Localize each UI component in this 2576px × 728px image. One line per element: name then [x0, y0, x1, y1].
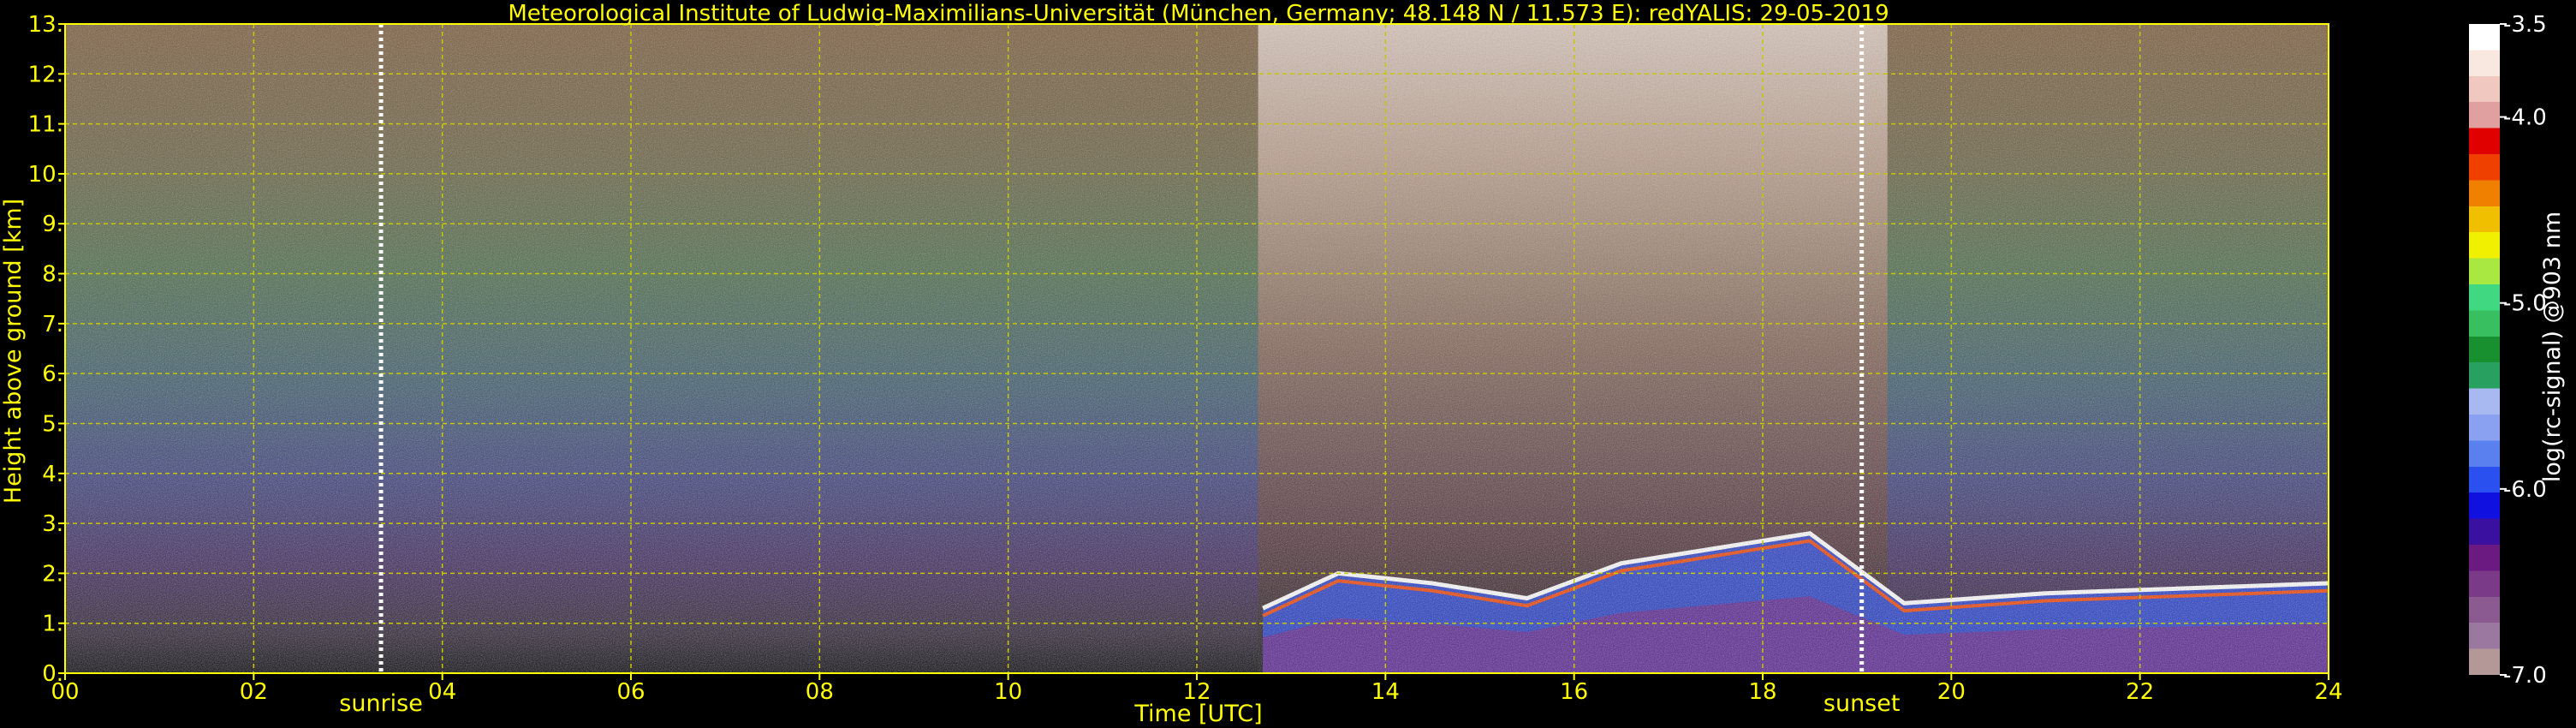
- colorbar-tick-label: -7.0: [2503, 663, 2547, 689]
- plot-area: [64, 23, 2329, 674]
- x-axis-label: Time [UTC]: [1133, 701, 1262, 727]
- y-axis: 0.1.2.3.4.5.6.7.8.9.10.11.12.13.: [28, 12, 65, 687]
- x-tick-label: 04: [428, 679, 456, 705]
- y-axis-label: Height above ground [km]: [0, 199, 27, 504]
- x-tick-label: 20: [1937, 679, 1966, 705]
- x-tick-label: 00: [51, 679, 79, 705]
- y-tick-label: 1.: [42, 612, 63, 637]
- sun-annotations: sunrise sunset: [339, 690, 1900, 717]
- y-tick-label: 4.: [42, 462, 63, 487]
- y-tick-label: 5.: [42, 411, 63, 437]
- colorbar-tick-label: -4.0: [2503, 105, 2547, 131]
- lidar-chart: 0.1.2.3.4.5.6.7.8.9.10.11.12.13. 00 02 04 0…: [0, 1, 2566, 727]
- y-tick-label: 12.: [28, 62, 63, 87]
- chart-title: Meteorological Institute of Ludwig-Maxim…: [508, 1, 1889, 27]
- x-tick-label: 18: [1748, 679, 1776, 705]
- y-tick-label: 13.: [28, 12, 63, 38]
- y-tick-label: 7.: [42, 312, 63, 337]
- x-tick-label: 24: [2314, 679, 2342, 705]
- x-tick-label: 10: [994, 679, 1022, 705]
- y-tick-label: 6.: [42, 361, 63, 387]
- x-tick-label: 06: [616, 679, 645, 705]
- y-tick-label: 8.: [42, 262, 63, 288]
- y-tick-label: 10.: [28, 162, 63, 188]
- x-tick-label: 14: [1371, 679, 1400, 705]
- colorbar-label: log(rc-signal) @903 nm: [2539, 212, 2566, 482]
- colorbar-bar: [2469, 24, 2500, 675]
- sun-annotation-label: sunrise: [339, 690, 423, 717]
- x-tick-label: 16: [1560, 679, 1588, 705]
- colorbar-tick-label: -3.5: [2503, 12, 2547, 38]
- y-tick-label: 2.: [42, 561, 63, 587]
- y-tick-label: 11.: [28, 112, 63, 138]
- colorbar: -3.5-4.0-5.0-6.0-7.0 log(rc-signal) @903…: [2469, 12, 2566, 689]
- x-tick-label: 08: [806, 679, 834, 705]
- sun-annotation-label: sunset: [1823, 690, 1901, 717]
- x-tick-label: 02: [240, 679, 268, 705]
- x-tick-label: 22: [2126, 679, 2154, 705]
- y-tick-label: 3.: [42, 511, 63, 537]
- y-tick-label: 9.: [42, 212, 63, 237]
